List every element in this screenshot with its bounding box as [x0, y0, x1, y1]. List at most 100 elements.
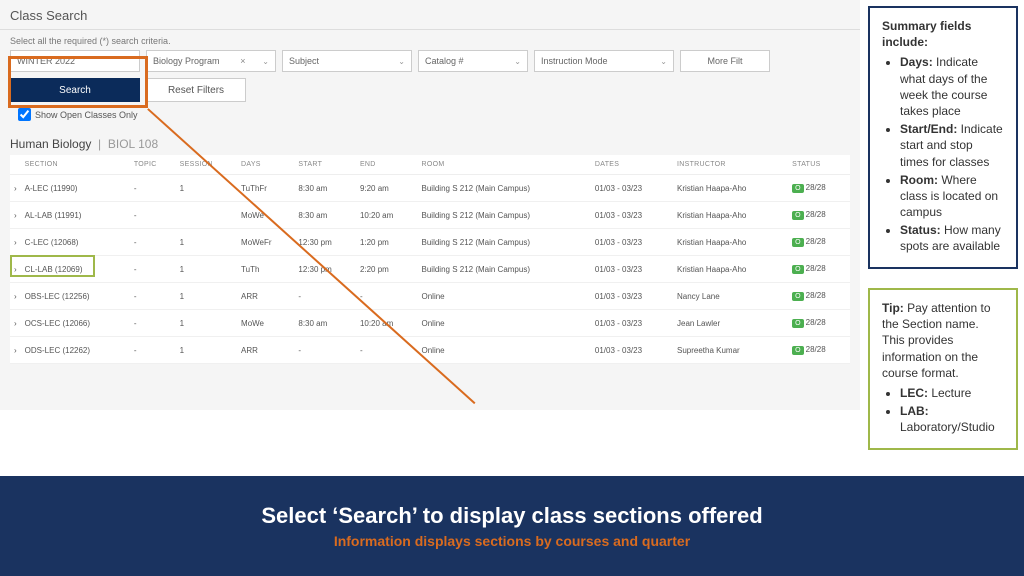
tip-title: Tip: — [882, 301, 904, 315]
section-link[interactable]: OCS-LEC (12066) — [21, 310, 130, 337]
cell-days: MoWe — [237, 310, 294, 337]
more-filters-label: More Filt — [707, 56, 742, 66]
col-dates: DATES — [591, 155, 673, 175]
cell-instructor: Jean Lawler — [673, 310, 788, 337]
chevron-down-icon: ⌄ — [398, 57, 405, 66]
class-search-panel: Class Search Select all the required (*)… — [0, 0, 860, 410]
cell-session — [176, 202, 237, 229]
chevron-down-icon: ⌄ — [660, 57, 667, 66]
cell-end: 2:20 pm — [356, 256, 418, 283]
cell-end: 10:20 am — [356, 202, 418, 229]
cell-end: 1:20 pm — [356, 229, 418, 256]
cell-dates: 01/03 - 03/23 — [591, 175, 673, 202]
cell-start: 8:30 am — [294, 175, 356, 202]
section-link[interactable]: AL-LAB (11991) — [21, 202, 130, 229]
footer-headline: Select ‘Search’ to display class section… — [0, 503, 1024, 529]
cell-days: ARR — [237, 283, 294, 310]
subject-select[interactable]: Subject ⌄ — [282, 50, 412, 72]
cell-end: 9:20 am — [356, 175, 418, 202]
cell-session: 1 — [176, 337, 237, 364]
course-code: BIOL 108 — [108, 137, 158, 151]
results-header: Human Biology | BIOL 108 — [0, 127, 860, 155]
expand-icon[interactable]: › — [10, 310, 21, 337]
mode-value: Instruction Mode — [541, 56, 608, 66]
col-days: DAYS — [237, 155, 294, 175]
expand-icon[interactable]: › — [10, 283, 21, 310]
cell-room: Building S 212 (Main Campus) — [418, 229, 591, 256]
expand-icon[interactable]: › — [10, 202, 21, 229]
term-value: WINTER 2022 — [17, 56, 75, 66]
cell-dates: 01/03 - 03/23 — [591, 283, 673, 310]
mode-select[interactable]: Instruction Mode ⌄ — [534, 50, 674, 72]
cell-session: 1 — [176, 256, 237, 283]
cell-instructor: Kristian Haapa-Aho — [673, 229, 788, 256]
cell-instructor: Kristian Haapa-Aho — [673, 202, 788, 229]
term-select[interactable]: WINTER 2022 — [10, 50, 140, 72]
cell-topic: - — [130, 175, 176, 202]
col-section: SECTION — [21, 155, 130, 175]
show-open-label: Show Open Classes Only — [35, 110, 138, 120]
expand-icon[interactable]: › — [10, 256, 21, 283]
cell-instructor: Kristian Haapa-Aho — [673, 175, 788, 202]
status-badge: O — [792, 292, 803, 301]
col-session: SESSION — [176, 155, 237, 175]
cell-start: 12:30 pm — [294, 229, 356, 256]
cell-session: 1 — [176, 310, 237, 337]
table-row[interactable]: ›OBS-LEC (12256)-1ARR--Online01/03 - 03/… — [10, 283, 850, 310]
section-link[interactable]: A-LEC (11990) — [21, 175, 130, 202]
chevron-down-icon: ⌄ — [514, 57, 521, 66]
cell-room: Building S 212 (Main Campus) — [418, 256, 591, 283]
cell-start: - — [294, 337, 356, 364]
cell-start: 8:30 am — [294, 202, 356, 229]
status-badge: O — [792, 238, 803, 247]
show-open-checkbox-row: Show Open Classes Only — [0, 108, 860, 127]
summary-title: Summary fields include: — [882, 19, 971, 49]
table-row[interactable]: ›OCS-LEC (12066)-1MoWe8:30 am10:20 amOnl… — [10, 310, 850, 337]
cell-topic: - — [130, 310, 176, 337]
cell-status: O28/28 — [788, 283, 850, 310]
org-select[interactable]: Biology Program × ⌄ — [146, 50, 276, 72]
section-link[interactable]: C-LEC (12068) — [21, 229, 130, 256]
col-status: STATUS — [788, 155, 850, 175]
catalog-select[interactable]: Catalog # ⌄ — [418, 50, 528, 72]
clear-org-icon[interactable]: × — [240, 56, 245, 66]
cell-instructor: Nancy Lane — [673, 283, 788, 310]
cell-instructor: Supreetha Kumar — [673, 337, 788, 364]
expand-icon[interactable]: › — [10, 229, 21, 256]
more-filters-button[interactable]: More Filt — [680, 50, 770, 72]
section-link[interactable]: OBS-LEC (12256) — [21, 283, 130, 310]
cell-topic: - — [130, 283, 176, 310]
col-topic: TOPIC — [130, 155, 176, 175]
cell-days: ARR — [237, 337, 294, 364]
status-badge: O — [792, 319, 803, 328]
tip-item: LAB: Laboratory/Studio — [900, 403, 1004, 435]
table-row[interactable]: ›CL-LAB (12069)-1TuTh12:30 pm2:20 pmBuil… — [10, 256, 850, 283]
cell-session: 1 — [176, 229, 237, 256]
table-row[interactable]: ›AL-LAB (11991)-MoWe8:30 am10:20 amBuild… — [10, 202, 850, 229]
cell-room: Building S 212 (Main Campus) — [418, 175, 591, 202]
section-link[interactable]: ODS-LEC (12262) — [21, 337, 130, 364]
status-badge: O — [792, 211, 803, 220]
expand-icon[interactable]: › — [10, 337, 21, 364]
cell-dates: 01/03 - 03/23 — [591, 202, 673, 229]
expand-icon[interactable]: › — [10, 175, 21, 202]
cell-dates: 01/03 - 03/23 — [591, 310, 673, 337]
table-row[interactable]: ›ODS-LEC (12262)-1ARR--Online01/03 - 03/… — [10, 337, 850, 364]
cell-status: O28/28 — [788, 310, 850, 337]
show-open-checkbox[interactable] — [18, 108, 31, 121]
search-button[interactable]: Search — [10, 78, 140, 102]
summary-info-box: Summary fields include: Days: Indicate w… — [868, 6, 1018, 269]
summary-item: Start/End: Indicate start and stop times… — [900, 121, 1004, 170]
table-row[interactable]: ›A-LEC (11990)-1TuThFr8:30 am9:20 amBuil… — [10, 175, 850, 202]
status-badge: O — [792, 184, 803, 193]
cell-session: 1 — [176, 175, 237, 202]
cell-status: O28/28 — [788, 202, 850, 229]
subject-value: Subject — [289, 56, 319, 66]
cell-room: Online — [418, 337, 591, 364]
cell-topic: - — [130, 256, 176, 283]
summary-item: Room: Where class is located on campus — [900, 172, 1004, 221]
table-row[interactable]: ›C-LEC (12068)-1MoWeFr12:30 pm1:20 pmBui… — [10, 229, 850, 256]
reset-filters-button[interactable]: Reset Filters — [146, 78, 246, 102]
cell-status: O28/28 — [788, 229, 850, 256]
section-link[interactable]: CL-LAB (12069) — [21, 256, 130, 283]
